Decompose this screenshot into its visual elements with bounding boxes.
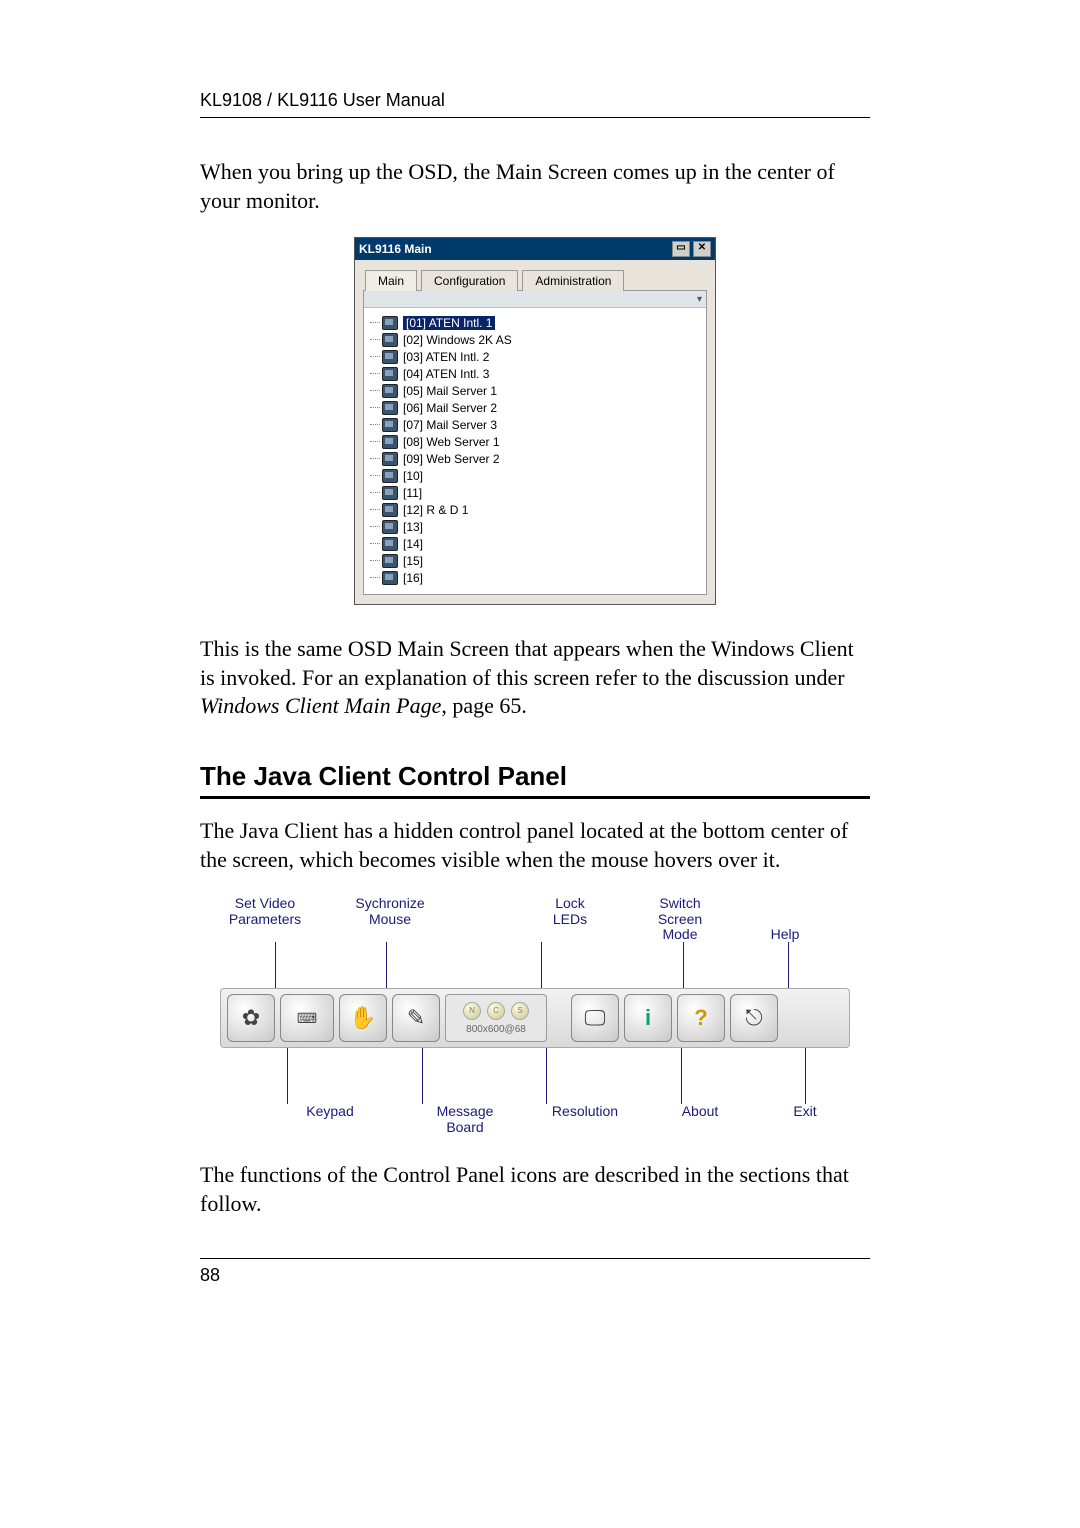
sync-mouse-icon[interactable]: ✋ (339, 994, 387, 1042)
osd-title-text: KL9116 Main (359, 242, 432, 256)
osd-explain-paragraph: This is the same OSD Main Screen that ap… (200, 635, 870, 721)
tree-item[interactable]: [14] (382, 535, 700, 552)
label-resolution: Resolution (540, 1104, 630, 1135)
tree-item[interactable]: [07] Mail Server 3 (382, 416, 700, 433)
label-exit: Exit (770, 1104, 840, 1135)
tree-item[interactable]: [15] (382, 552, 700, 569)
label-help: Help (750, 927, 820, 942)
section-heading: The Java Client Control Panel (200, 761, 870, 792)
label-keypad: Keypad (270, 1104, 390, 1135)
help-icon[interactable]: ? (677, 994, 725, 1042)
pc-icon (382, 316, 398, 330)
pc-icon (382, 486, 398, 500)
led-c-icon: C (487, 1002, 505, 1020)
switch-screen-mode-icon[interactable]: 🖵 (571, 994, 619, 1042)
pc-icon (382, 333, 398, 347)
osd-main-window: KL9116 Main ▭ ✕ Main Configuration Admin… (354, 237, 716, 605)
osd-titlebar: KL9116 Main ▭ ✕ (355, 238, 715, 260)
label-synchronize-mouse: SychronizeMouse (345, 896, 435, 942)
pc-icon (382, 571, 398, 585)
header-rule (200, 117, 870, 118)
control-panel-bar: ✿ ⌨ ✋ ✎ N C S 800x600@68 🖵 i ? ⎋ (220, 988, 850, 1048)
pc-icon (382, 350, 398, 364)
exit-icon[interactable]: ⎋ (730, 994, 778, 1042)
tree-item[interactable]: [16] (382, 569, 700, 586)
page-number: 88 (200, 1265, 870, 1286)
tree-item[interactable]: [13] (382, 518, 700, 535)
tree-item[interactable]: [01] ATEN Intl. 1 (382, 314, 700, 331)
intro-paragraph: When you bring up the OSD, the Main Scre… (200, 158, 870, 215)
tab-administration[interactable]: Administration (522, 270, 624, 291)
tree-item[interactable]: [08] Web Server 1 (382, 433, 700, 450)
set-video-icon[interactable]: ✿ (227, 994, 275, 1042)
tree-item[interactable]: [06] Mail Server 2 (382, 399, 700, 416)
label-about: About (660, 1104, 740, 1135)
restore-icon[interactable]: ▭ (672, 241, 690, 257)
about-icon[interactable]: i (624, 994, 672, 1042)
label-lock-leds: LockLEDs (530, 896, 610, 942)
section-paragraph: The Java Client has a hidden control pan… (200, 817, 870, 874)
tree-item[interactable]: [09] Web Server 2 (382, 450, 700, 467)
pc-icon (382, 554, 398, 568)
tree-item[interactable]: [03] ATEN Intl. 2 (382, 348, 700, 365)
tree-item[interactable]: [02] Windows 2K AS (382, 331, 700, 348)
tree-item[interactable]: [10] (382, 467, 700, 484)
windows-client-ref: Windows Client Main Page (200, 693, 441, 718)
tree-item[interactable]: [12] R & D 1 (382, 501, 700, 518)
pc-icon (382, 435, 398, 449)
tree-item[interactable]: [11] (382, 484, 700, 501)
pc-icon (382, 418, 398, 432)
pc-icon (382, 520, 398, 534)
pc-icon (382, 503, 398, 517)
control-panel-diagram: Set VideoParameters SychronizeMouse Lock… (220, 896, 850, 1135)
pc-icon (382, 452, 398, 466)
pc-icon (382, 367, 398, 381)
text-fragment: , page 65. (441, 693, 527, 718)
pc-icon (382, 537, 398, 551)
pc-icon (382, 401, 398, 415)
message-board-icon[interactable]: ✎ (392, 994, 440, 1042)
led-s-icon: S (511, 1002, 529, 1020)
port-tree: [01] ATEN Intl. 1 [02] Windows 2K AS [03… (364, 308, 706, 594)
label-switch-screen-mode: SwitchScreenMode (645, 896, 715, 942)
pc-icon (382, 469, 398, 483)
outro-paragraph: The functions of the Control Panel icons… (200, 1161, 870, 1218)
lock-leds-resolution-panel[interactable]: N C S 800x600@68 (445, 994, 547, 1042)
keypad-icon[interactable]: ⌨ (280, 994, 334, 1042)
led-n-icon: N (463, 1002, 481, 1020)
tree-item[interactable]: [05] Mail Server 1 (382, 382, 700, 399)
label-set-video: Set VideoParameters (220, 896, 310, 942)
resolution-text: 800x600@68 (466, 1024, 526, 1035)
tree-item[interactable]: [04] ATEN Intl. 3 (382, 365, 700, 382)
section-rule (200, 796, 870, 799)
pc-icon (382, 384, 398, 398)
page-header: KL9108 / KL9116 User Manual (200, 90, 870, 111)
close-icon[interactable]: ✕ (693, 241, 711, 257)
footer-rule (200, 1258, 870, 1259)
tab-main[interactable]: Main (365, 270, 417, 291)
tab-configuration[interactable]: Configuration (421, 270, 518, 291)
dropdown-arrow-icon[interactable]: ▾ (364, 291, 706, 308)
text-fragment: This is the same OSD Main Screen that ap… (200, 636, 854, 690)
label-message-board: MessageBoard (420, 1104, 510, 1135)
